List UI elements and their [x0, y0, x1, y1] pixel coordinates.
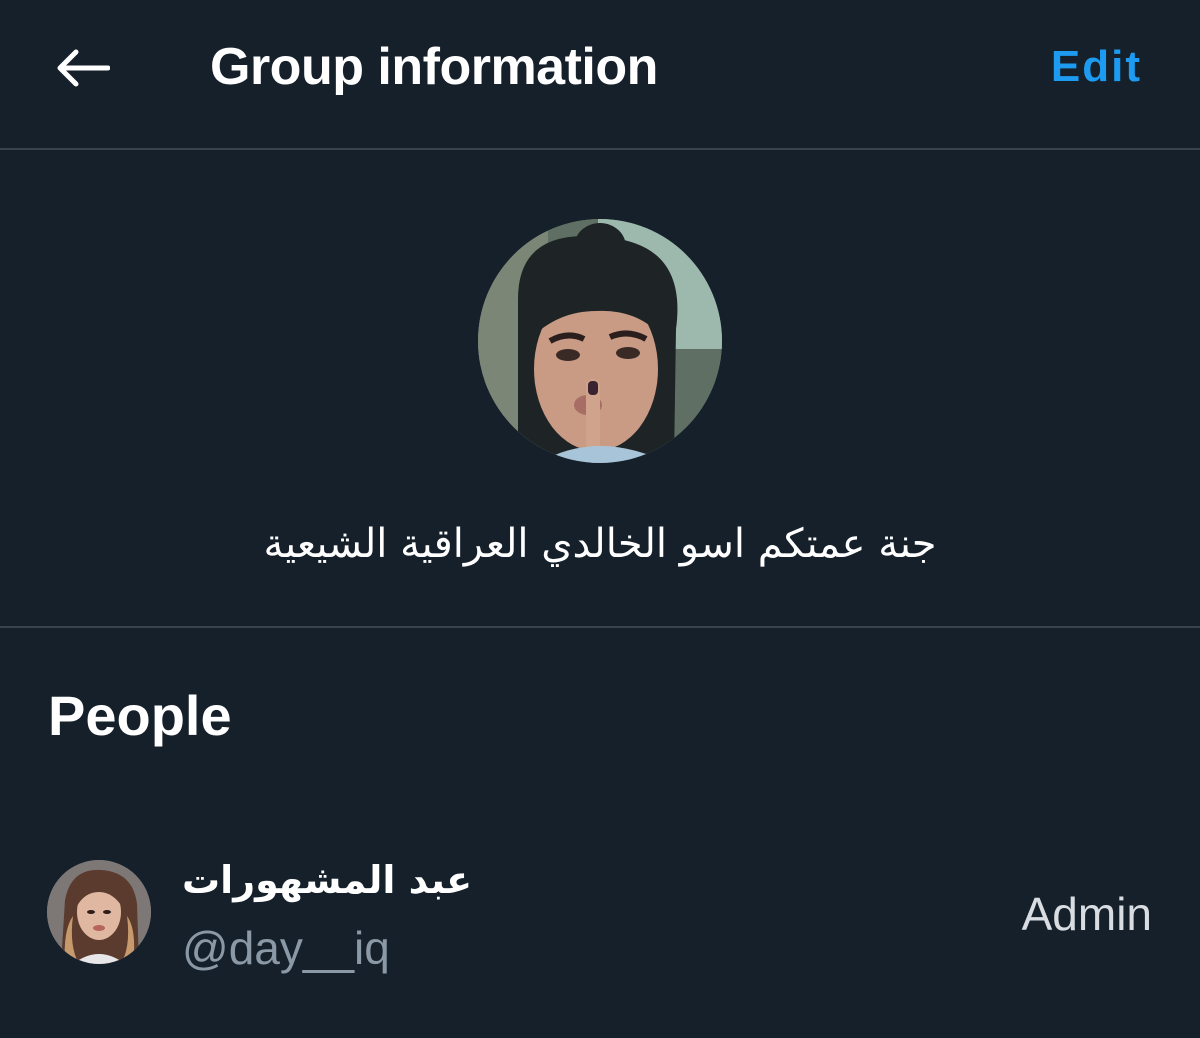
arrow-left-icon — [57, 49, 110, 87]
group-info-section: جنة عمتكم اسو الخالدي العراقية الشيعية — [0, 150, 1200, 628]
top-bar: Group information Edit — [0, 0, 1200, 150]
member-role-badge: Admin — [1021, 888, 1152, 940]
member-row[interactable]: عبد المشهورات @day__iq Admin — [0, 838, 1200, 988]
member-handle: @day__iq — [182, 922, 390, 974]
group-name: جنة عمتكم اسو الخالدي العراقية الشيعية — [263, 521, 937, 567]
back-button[interactable] — [42, 30, 122, 106]
group-avatar[interactable] — [478, 219, 722, 463]
page-title: Group information — [210, 38, 658, 96]
group-photo — [478, 219, 722, 463]
people-heading: People — [48, 684, 232, 747]
avatar[interactable] — [47, 860, 151, 964]
edit-button[interactable]: Edit — [1051, 38, 1142, 96]
member-photo — [47, 860, 151, 964]
member-name: عبد المشهورات — [182, 858, 473, 902]
